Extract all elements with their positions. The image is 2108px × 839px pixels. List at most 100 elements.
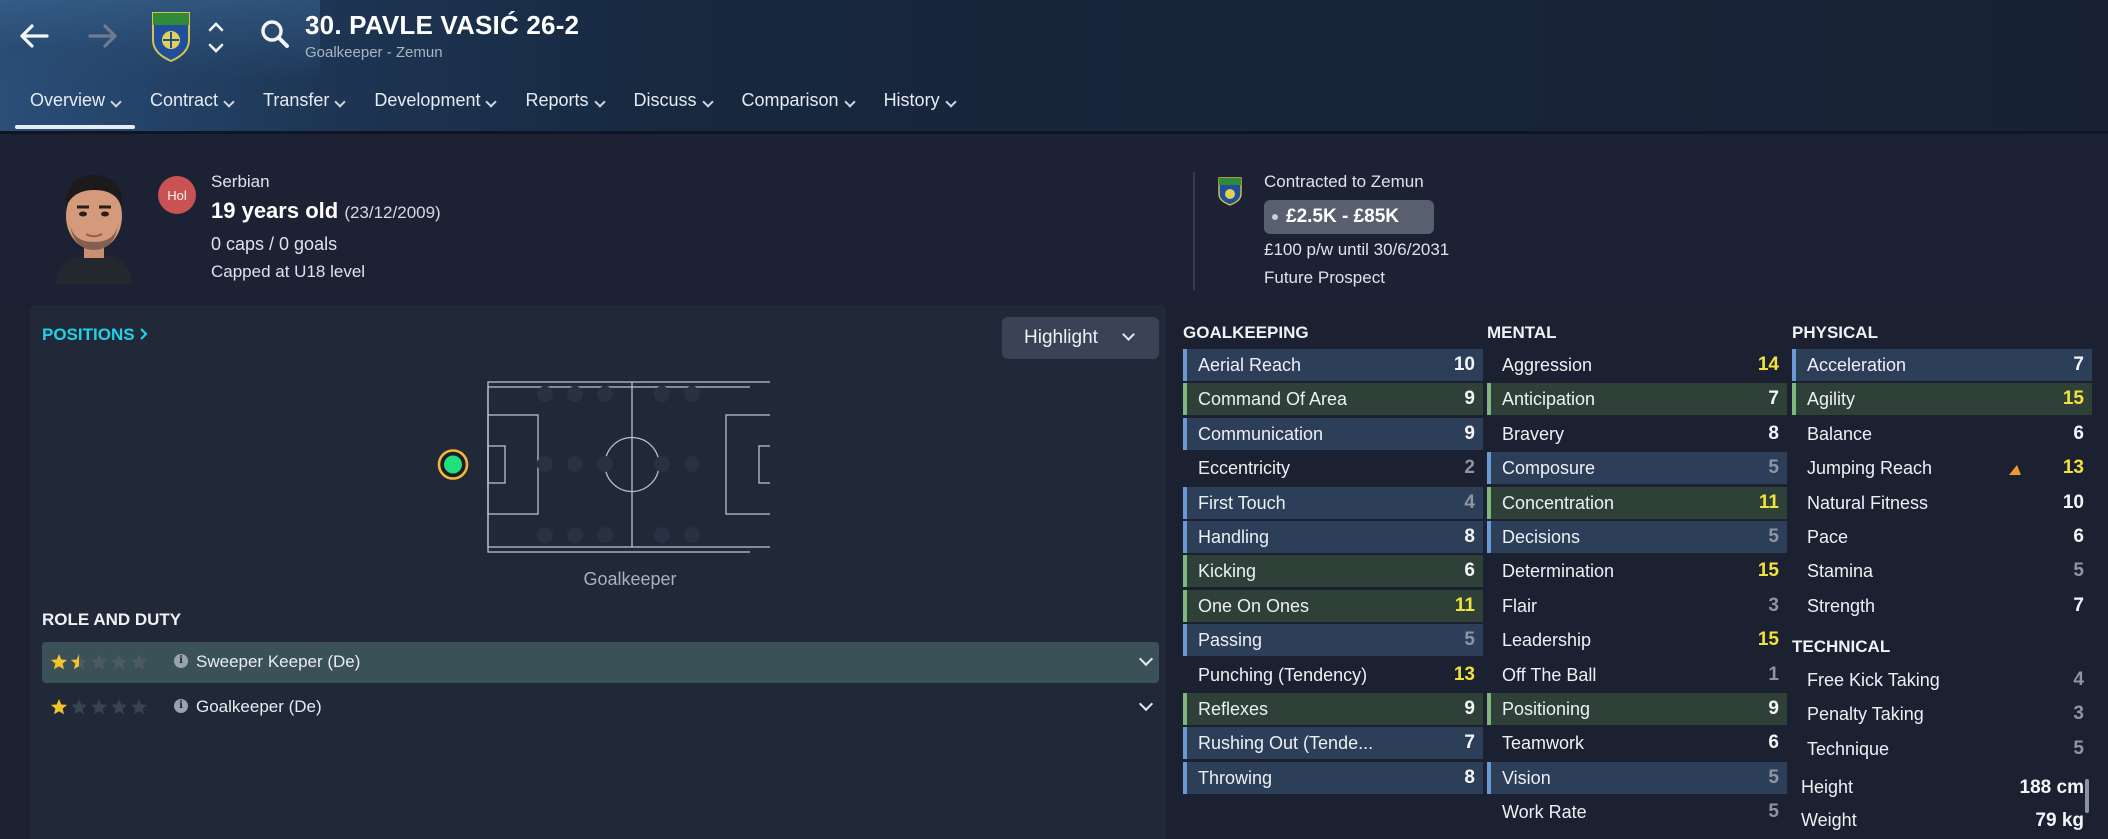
attribute-row-flair[interactable]: Flair 3 [1487, 590, 1787, 622]
attribute-row-leadership[interactable]: Leadership 15 [1487, 624, 1787, 656]
attribute-row-technique[interactable]: Technique 5 [1792, 733, 2092, 765]
attribute-row-handling[interactable]: Handling 8 [1183, 521, 1483, 553]
chevron-down-icon[interactable] [1138, 696, 1154, 712]
tab-history[interactable]: History [869, 90, 970, 130]
attribute-row-vision[interactable]: Vision 5 [1487, 762, 1787, 794]
attribute-row-anticipation[interactable]: Anticipation 7 [1487, 383, 1787, 415]
tab-transfer[interactable]: Transfer [248, 90, 359, 130]
attribute-row-punching-tendency[interactable]: Punching (Tendency) 13 [1183, 659, 1483, 691]
attribute-row-off-the-ball[interactable]: Off The Ball 1 [1487, 659, 1787, 691]
role-rating-stars [50, 653, 150, 671]
attribute-row-eccentricity[interactable]: Eccentricity 2 [1183, 452, 1483, 484]
forward-button[interactable] [80, 14, 124, 58]
role-row-sweeper-keeper[interactable]: i Sweeper Keeper (De) [42, 642, 1159, 683]
attribute-row-teamwork[interactable]: Teamwork 6 [1487, 727, 1787, 759]
attribute-name: Agility [1807, 389, 1856, 409]
attribute-name: Positioning [1502, 699, 1591, 719]
attribute-name: Flair [1502, 596, 1537, 616]
attribute-row-jumping-reach[interactable]: Jumping Reach 13 [1792, 452, 2092, 484]
attribute-value: 3 [1768, 595, 1779, 616]
attribute-name: Teamwork [1502, 733, 1585, 753]
role-row-goalkeeper[interactable]: i Goalkeeper (De) [42, 687, 1159, 728]
attribute-row-work-rate[interactable]: Work Rate 5 [1487, 796, 1787, 828]
attribute-value: 13 [1453, 664, 1475, 685]
highlight-dropdown[interactable]: Highlight [1002, 317, 1159, 359]
attribute-row-strength[interactable]: Strength 7 [1792, 590, 2092, 622]
chevron-down-icon [485, 96, 498, 108]
attribute-row-kicking[interactable]: Kicking 6 [1183, 555, 1483, 587]
attribute-row-penalty-taking[interactable]: Penalty Taking 3 [1792, 698, 2092, 730]
chevron-down-icon [1122, 328, 1135, 341]
transfer-value-pill[interactable]: £2.5K - £85K [1264, 200, 1434, 234]
tab-contract[interactable]: Contract [135, 90, 248, 130]
prev-next-player-icon[interactable] [204, 15, 228, 59]
attribute-row-agility[interactable]: Agility 15 [1792, 383, 2092, 415]
attribute-row-command-of-area[interactable]: Command Of Area 9 [1183, 383, 1483, 415]
tab-development[interactable]: Development [359, 90, 510, 130]
scrollbar-thumb[interactable] [2085, 779, 2089, 813]
attribute-row-free-kick-taking[interactable]: Free Kick Taking 4 [1792, 664, 2092, 696]
age-line: 19 years old (23/12/2009) [211, 198, 441, 224]
attribute-row-bravery[interactable]: Bravery 8 [1487, 418, 1787, 450]
attribute-row-rushing-out-tende[interactable]: Rushing Out (Tende... 7 [1183, 727, 1483, 759]
player-face-image [56, 174, 132, 284]
club-badge-small-icon[interactable] [1217, 176, 1243, 206]
search-icon[interactable] [256, 16, 296, 56]
positions-link[interactable]: POSITIONS [42, 325, 149, 345]
attribute-row-first-touch[interactable]: First Touch 4 [1183, 487, 1483, 519]
attribute-row-throwing[interactable]: Throwing 8 [1183, 762, 1483, 794]
attribute-value: 5 [1768, 526, 1779, 547]
date-of-birth: (23/12/2009) [344, 203, 441, 222]
attribute-row-aerial-reach[interactable]: Aerial Reach 10 [1183, 349, 1483, 381]
attribute-name: Bravery [1502, 424, 1565, 444]
attribute-value: 8 [1464, 767, 1475, 788]
chevron-down-icon [944, 96, 957, 108]
attribute-name: Vision [1502, 768, 1551, 788]
attribute-row-composure[interactable]: Composure 5 [1487, 452, 1787, 484]
attribute-name: Decisions [1502, 527, 1581, 547]
attribute-value: 7 [1768, 388, 1779, 409]
attribute-row-communication[interactable]: Communication 9 [1183, 418, 1483, 450]
attribute-row-stamina[interactable]: Stamina 5 [1792, 555, 2092, 587]
attribute-name: Kicking [1198, 561, 1257, 581]
attribute-name: Punching (Tendency) [1198, 665, 1368, 685]
attribute-value: 11 [1454, 595, 1475, 616]
profile-divider [1193, 172, 1195, 290]
nationality-badge[interactable]: Hol [158, 176, 196, 214]
tab-reports[interactable]: Reports [510, 90, 618, 130]
attribute-row-one-on-ones[interactable]: One On Ones 11 [1183, 590, 1483, 622]
weight-label: Weight [1801, 810, 1857, 830]
attribute-row-pace[interactable]: Pace 6 [1792, 521, 2092, 553]
info-icon[interactable]: i [174, 654, 188, 668]
info-icon[interactable]: i [174, 699, 188, 713]
attribute-name: Leadership [1502, 630, 1592, 650]
back-button[interactable] [13, 14, 57, 58]
role-duty-title: ROLE AND DUTY [42, 610, 182, 629]
attribute-name: Stamina [1807, 561, 1874, 581]
tab-label: Discuss [633, 90, 697, 110]
attribute-row-positioning[interactable]: Positioning 9 [1487, 693, 1787, 725]
tab-comparison[interactable]: Comparison [727, 90, 869, 130]
attribute-row-passing[interactable]: Passing 5 [1183, 624, 1483, 656]
attribute-row-reflexes[interactable]: Reflexes 9 [1183, 693, 1483, 725]
tab-overview[interactable]: Overview [15, 90, 136, 130]
attribute-name: Balance [1807, 424, 1873, 444]
chevron-down-icon[interactable] [1138, 651, 1154, 667]
attribute-name: Handling [1198, 527, 1270, 547]
highlight-label: Highlight [1024, 327, 1098, 348]
attribute-row-decisions[interactable]: Decisions 5 [1487, 521, 1787, 553]
attribute-value: 4 [1464, 492, 1475, 513]
attribute-row-natural-fitness[interactable]: Natural Fitness 10 [1792, 487, 2092, 519]
attribute-name: Free Kick Taking [1807, 670, 1940, 690]
attribute-row-acceleration[interactable]: Acceleration 7 [1792, 349, 2092, 381]
attribute-row-concentration[interactable]: Concentration 11 [1487, 487, 1787, 519]
club-badge-icon[interactable] [150, 10, 192, 62]
attribute-name: Technique [1807, 739, 1890, 759]
attribute-row-determination[interactable]: Determination 15 [1487, 555, 1787, 587]
attribute-name: Reflexes [1198, 699, 1269, 719]
attribute-row-balance[interactable]: Balance 6 [1792, 418, 2092, 450]
tab-discuss[interactable]: Discuss [619, 90, 727, 130]
contracted-to-text: Contracted to Zemun [1264, 172, 1424, 191]
attribute-value: 9 [1464, 698, 1475, 719]
attribute-row-aggression[interactable]: Aggression 14 [1487, 349, 1787, 381]
